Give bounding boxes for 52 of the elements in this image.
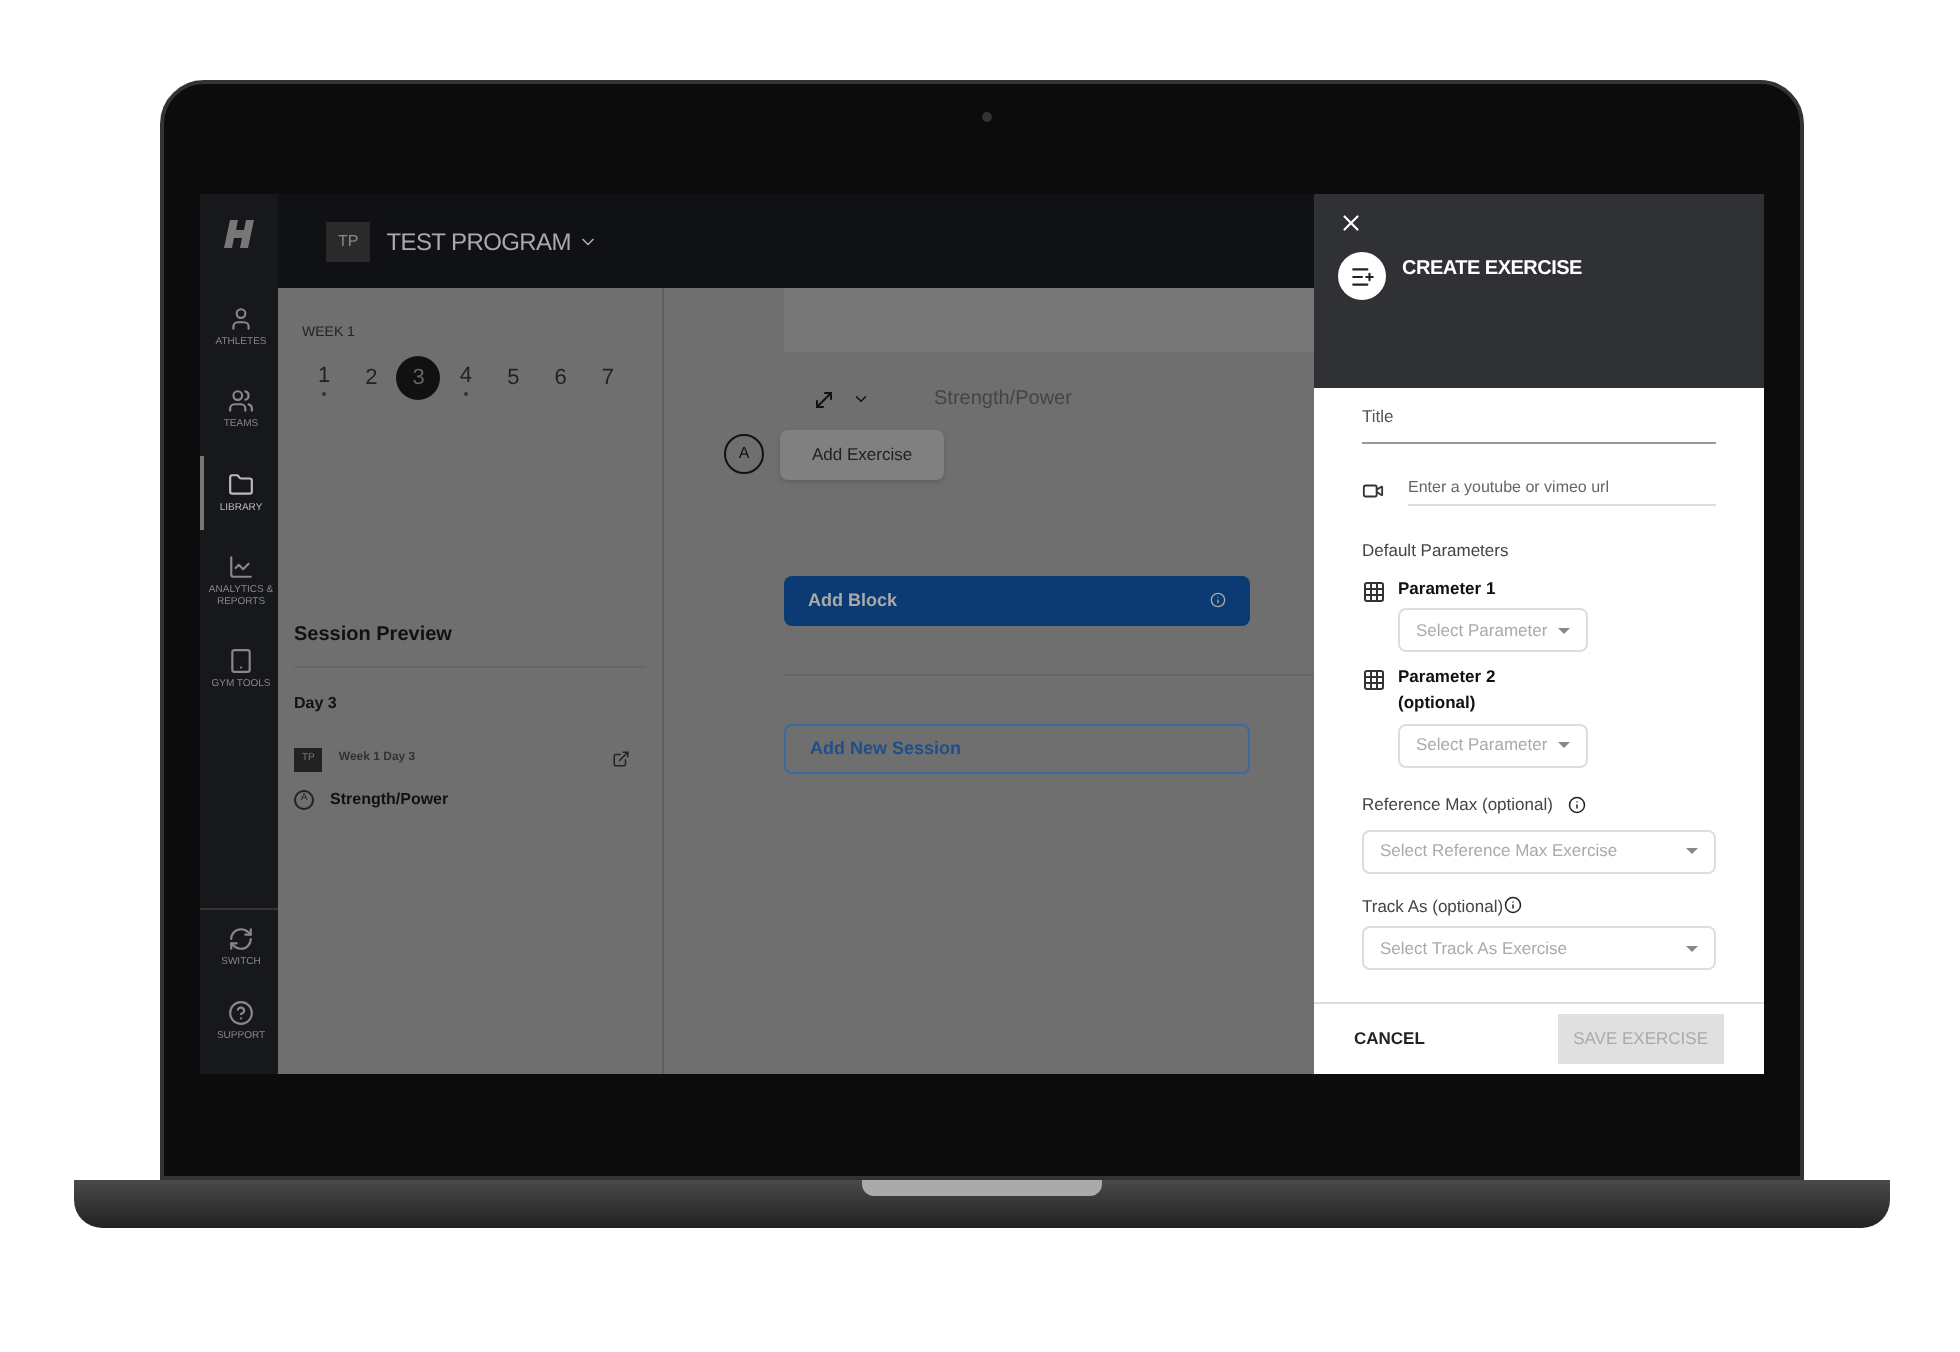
library-icon [228, 471, 254, 497]
video-camera-icon [1362, 479, 1384, 502]
add-session-button[interactable]: Add New Session [784, 723, 1250, 774]
caret-icon [1558, 742, 1570, 749]
program-dropdown[interactable]: TEST PROGRAM [386, 223, 599, 259]
caret-icon [1686, 848, 1698, 854]
chevron-down-icon[interactable] [852, 390, 870, 408]
athletes-icon [228, 306, 254, 332]
section-label: Default Parameters [1362, 537, 1511, 563]
external-link-icon[interactable] [612, 750, 630, 769]
field-label: Reference Max (optional) [1362, 791, 1553, 817]
resize-icon[interactable] [812, 387, 836, 411]
analytics-icon [228, 553, 254, 580]
caret-icon [1558, 627, 1570, 634]
field-label: Track As (optional) [1362, 893, 1504, 919]
parameter-label: Parameter 2 (optional) [1398, 664, 1498, 716]
add-exercise-button[interactable]: Add Exercise [780, 430, 945, 480]
select-dropdown[interactable]: Select Parameter [1398, 608, 1588, 653]
drawer-title: CREATE EXERCISE [1402, 255, 1582, 283]
camera-icon [982, 112, 992, 122]
caret-icon [1686, 945, 1698, 952]
day-tab[interactable]: 7 [585, 356, 630, 400]
block-letter: A [724, 434, 764, 475]
select-dropdown[interactable]: Select Track As Exercise [1362, 926, 1716, 971]
day-tab[interactable]: 5 [491, 356, 536, 400]
title-field[interactable]: Title [1362, 404, 1716, 444]
day-tab[interactable]: 6 [538, 356, 583, 400]
day-tab[interactable]: 1 [302, 356, 346, 400]
teams-icon [228, 388, 254, 415]
day-tab[interactable]: 2 [349, 356, 394, 400]
grid-icon [1362, 668, 1386, 693]
add-list-icon [1338, 252, 1386, 300]
day-tab[interactable]: 3 [396, 356, 441, 400]
cancel-button[interactable]: CANCEL [1354, 1026, 1425, 1052]
grid-icon [1362, 579, 1386, 603]
block-name: Strength/Power [330, 787, 449, 811]
gym-icon [228, 648, 254, 675]
video-url-field[interactable]: Enter a youtube or vimeo url [1408, 475, 1716, 506]
select-dropdown[interactable]: Select Parameter [1398, 723, 1588, 768]
select-dropdown[interactable]: Select Reference Max Exercise [1362, 829, 1716, 873]
close-icon[interactable] [1338, 210, 1364, 236]
info-icon [1210, 592, 1226, 609]
section-title: Session Preview [294, 620, 646, 668]
switch-icon [228, 925, 254, 951]
day-title: Day 3 [294, 692, 339, 716]
info-icon [1568, 795, 1587, 814]
day-tab[interactable]: 4 [443, 356, 488, 400]
add-block-button[interactable]: Add Block [784, 575, 1250, 626]
parameter-label: Parameter 1 [1398, 575, 1498, 601]
program-badge: TP [326, 221, 371, 261]
info-icon [1503, 896, 1522, 915]
support-icon [228, 999, 254, 1026]
